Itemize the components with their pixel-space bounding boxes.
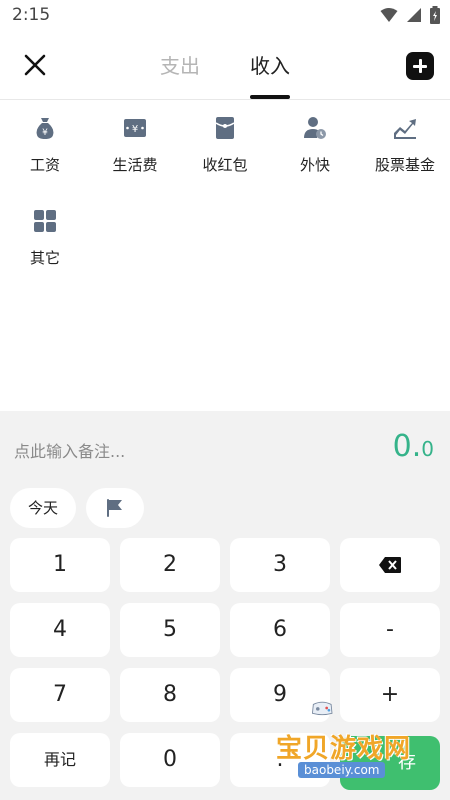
category-label: 外快 [299,156,330,174]
status-bar: 2:15 [0,0,450,32]
amount-integer: 0. [392,429,422,464]
header: 支出 收入 [0,32,450,100]
money-bag-icon: ¥ [36,118,54,139]
flag-icon [107,499,122,517]
status-time: 2:15 [12,5,51,25]
signal-icon [407,8,421,22]
key-plus[interactable]: + [340,668,440,722]
category-stocks-funds[interactable]: 股票基金 [360,110,450,190]
category-label: 生活费 [112,156,158,174]
key-minus[interactable]: - [340,603,440,657]
yuan-card-icon: ¥ [124,119,146,137]
key-9[interactable]: 9 [230,668,330,722]
person-clock-icon [304,117,326,139]
amount-decimal: 0 [421,437,434,461]
category-living-expenses[interactable]: ¥ 生活费 [90,110,180,190]
tab-income[interactable]: 收入 [250,50,290,79]
active-tab-indicator [250,95,290,99]
key-8[interactable]: 8 [120,668,220,722]
note-input[interactable] [14,437,314,465]
wifi-icon [380,8,398,22]
category-label: 工资 [29,156,60,174]
flag-chip[interactable] [86,488,144,528]
key-4[interactable]: 4 [10,603,110,657]
backspace-button[interactable] [340,538,440,592]
key-3[interactable]: 3 [230,538,330,592]
category-label: 股票基金 [374,156,435,174]
category-salary[interactable]: ¥ 工资 [0,110,90,190]
key-2[interactable]: 2 [120,538,220,592]
key-1[interactable]: 1 [10,538,110,592]
watermark-url: baobeiy.com [298,762,386,778]
backspace-icon [379,557,401,573]
amount-display: 0.0 [393,429,434,464]
category-red-envelope[interactable]: 收红包 [180,110,270,190]
record-again-button[interactable]: 再记 [10,733,110,787]
category-label: 收红包 [202,156,248,174]
svg-text:¥: ¥ [42,128,48,138]
battery-icon [430,6,440,24]
tab-expense[interactable]: 支出 [160,50,200,79]
status-icons [380,6,440,24]
category-side-income[interactable]: 外快 [270,110,360,190]
trend-chart-icon [394,119,416,139]
date-chip[interactable]: 今天 [10,488,76,528]
key-0[interactable]: 0 [120,733,220,787]
type-tabs: 支出 收入 [0,32,450,100]
red-envelope-icon [215,117,235,139]
add-category-button[interactable] [406,52,434,80]
key-6[interactable]: 6 [230,603,330,657]
key-5[interactable]: 5 [120,603,220,657]
watermark-text: 宝贝游戏网 [276,734,412,764]
key-7[interactable]: 7 [10,668,110,722]
category-label: 其它 [29,249,60,267]
svg-text:¥: ¥ [132,124,138,135]
grid-icon [34,210,56,232]
category-other[interactable]: 其它 [0,203,90,283]
